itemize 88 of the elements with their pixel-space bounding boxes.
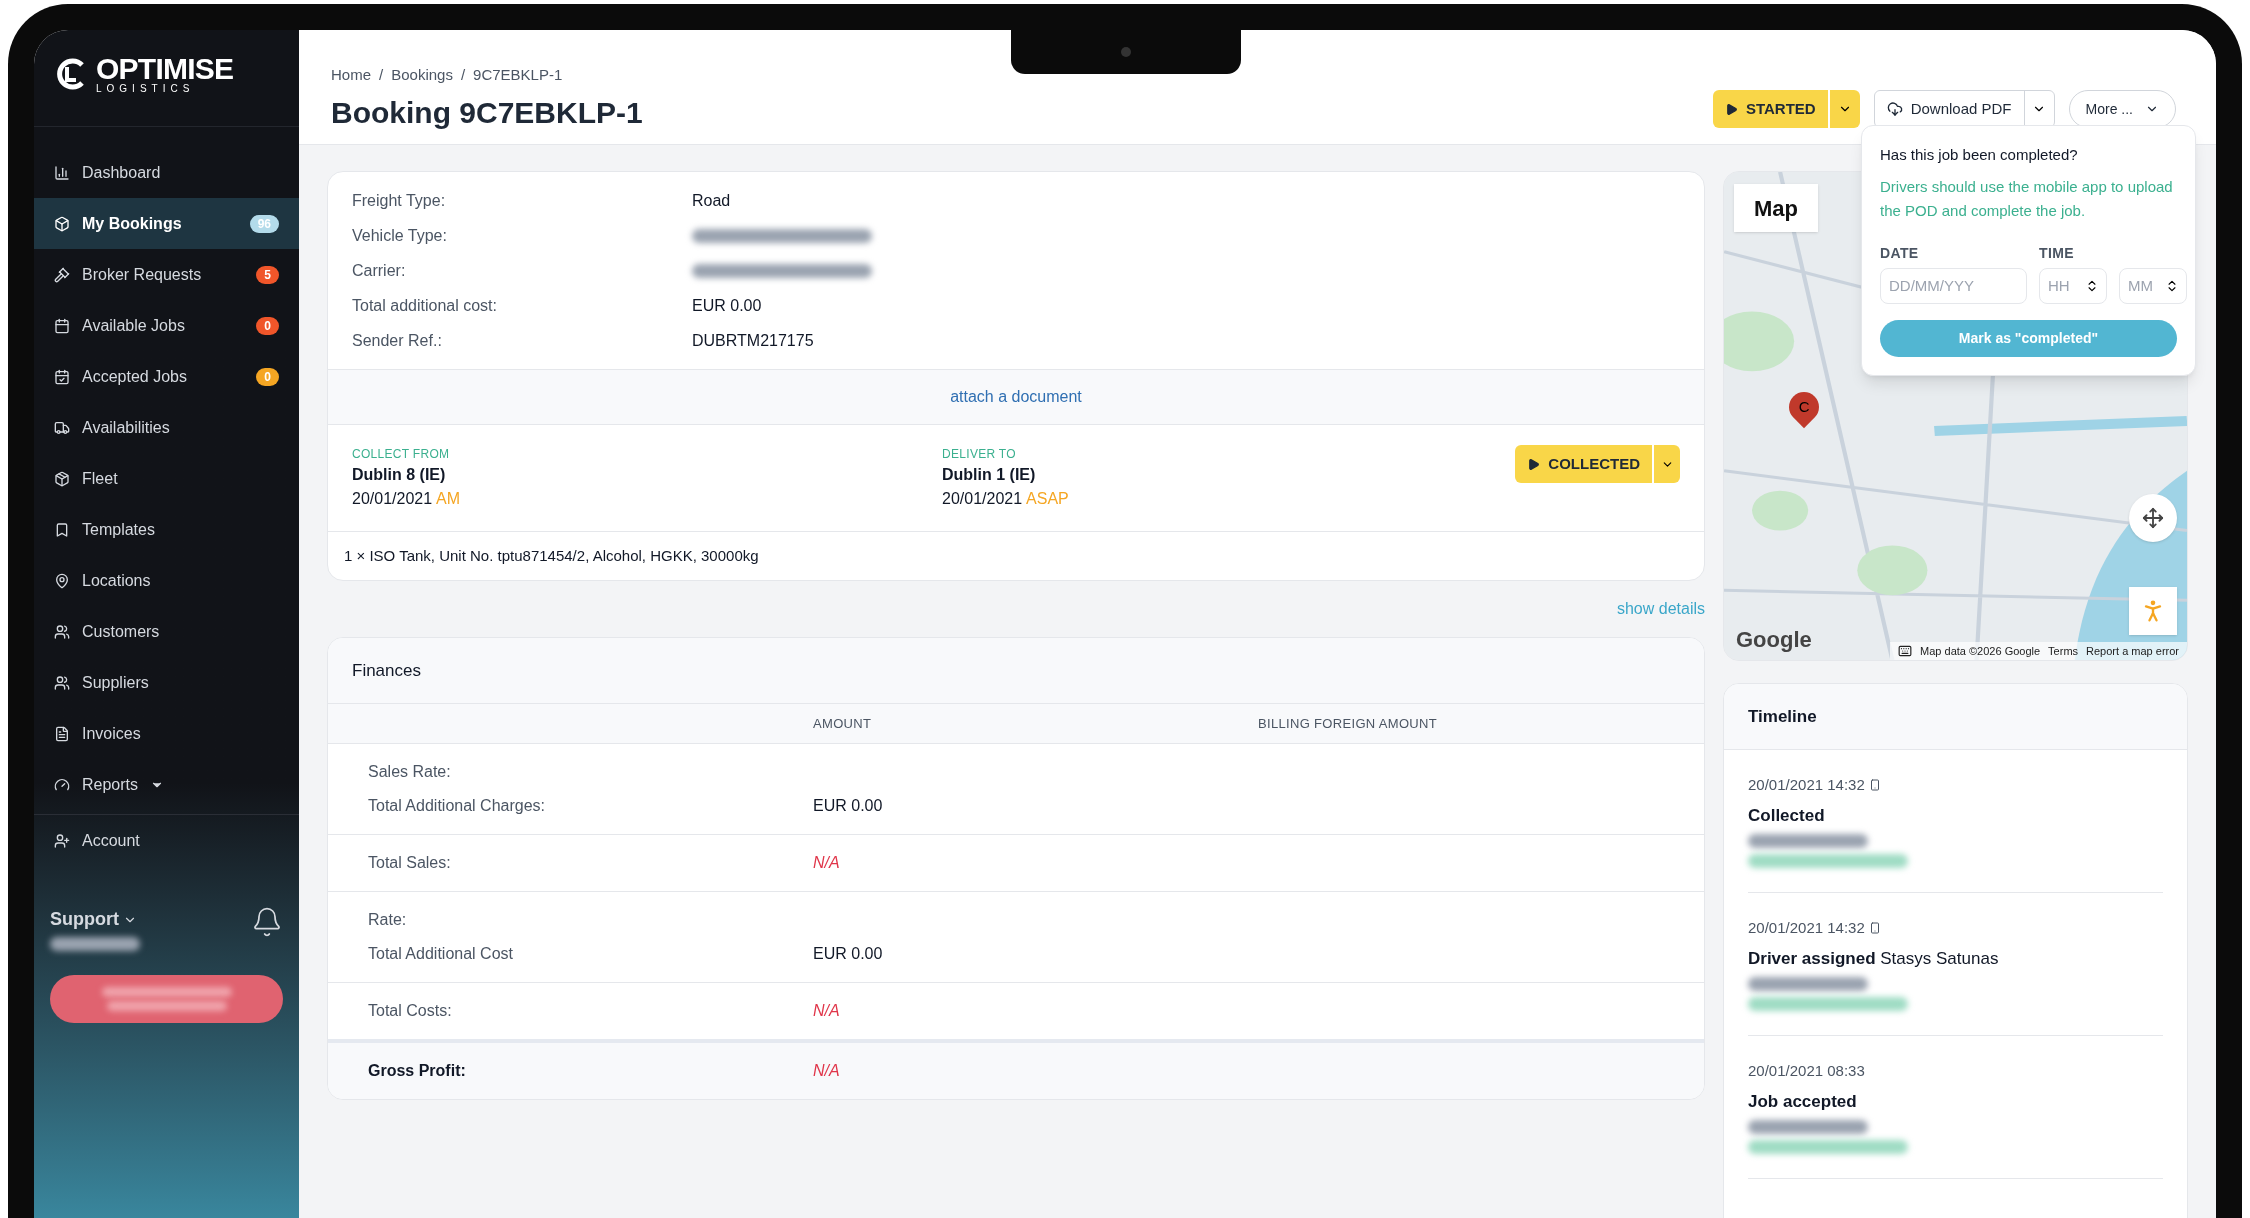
user-menu[interactable]: Support (50, 906, 140, 933)
switch-user-button[interactable] (50, 975, 283, 1023)
cargo-description: 1 × ISO Tank, Unit No. tptu871454/2, Alcohol, HGKK, 30000kg (344, 547, 759, 564)
date-field[interactable]: DD/MM/YYY (1880, 267, 2027, 304)
keyboard-icon[interactable] (1898, 644, 1913, 658)
event-title: Driver assigned Stasys Satunas (1748, 947, 2000, 970)
map-type-tab[interactable]: Map (1734, 184, 1818, 232)
stop-place: Dublin 8 (IE) (352, 465, 447, 485)
field-label: Vehicle Type: (352, 225, 448, 246)
stop-place: Dublin 1 (IE) (942, 465, 1037, 485)
event-time: 20/01/2021 14:32 (1748, 918, 1865, 938)
finance-label: Rate: (368, 910, 408, 930)
stop-heading: DELIVER TO (942, 446, 1017, 463)
sidebar-item[interactable]: Fleet (34, 453, 299, 504)
finance-label: Sales Rate: (368, 762, 452, 782)
stop-date: 20/01/2021 (942, 489, 1023, 509)
event-time: 20/01/2021 08:33 (1748, 1061, 1865, 1081)
play-icon (1527, 457, 1541, 471)
card-title: Timeline (1748, 705, 1817, 728)
field-value: Road (692, 190, 731, 211)
finance-label: Total Additional Cost (368, 944, 514, 964)
amount-value: EUR 0.00 (813, 796, 883, 816)
sidebar-item[interactable]: Dashboard (34, 147, 299, 198)
sidebar-item[interactable]: Account (34, 815, 299, 866)
sidebar-item[interactable]: Available Jobs 0 (34, 300, 299, 351)
map-attribution: Map data ©2026 Google (1920, 644, 2041, 659)
field-value: DUBRTM217175 (692, 330, 814, 351)
attach-document-link[interactable]: attach a document (950, 385, 1082, 409)
sidebar-item[interactable]: Customers (34, 606, 299, 657)
logo-name: OPTIMISE (96, 54, 234, 84)
field-label: Sender Ref.: (352, 330, 443, 351)
amount-value: N/A (813, 1061, 840, 1081)
event-title: Collected (1748, 804, 1826, 827)
sidebar-item[interactable]: Invoices (34, 708, 299, 759)
count-badge: 0 (256, 316, 279, 335)
amount-value: N/A (813, 853, 840, 873)
page-title: Booking 9C7EBKLP-1 (331, 98, 643, 128)
minute-field[interactable]: MM (2119, 267, 2187, 304)
map-provider-logo: Google (1736, 626, 1812, 654)
event-time: 20/01/2021 14:32 (1748, 775, 1865, 795)
sidebar-item[interactable]: Reports (34, 759, 299, 810)
stop-time-slot: ASAP (1026, 487, 1069, 511)
amount-value: EUR 0.00 (813, 944, 883, 964)
finance-label: Total Costs: (368, 1001, 453, 1021)
column-header: BILLING FOREIGN AMOUNT (1258, 714, 1438, 733)
date-label: DATE (1880, 243, 1920, 263)
finance-label: Gross Profit: (368, 1061, 467, 1081)
breadcrumb-link[interactable]: Home (331, 63, 371, 86)
breadcrumb-link[interactable]: 9C7EBKLP-1 (473, 63, 563, 86)
sidebar-item[interactable]: Availabilities (34, 402, 299, 453)
logo-tagline: LOGISTICS (96, 84, 196, 94)
popover-question: Has this job been completed? (1880, 145, 2079, 165)
field-value: EUR 0.00 (692, 295, 762, 316)
count-badge: 96 (249, 214, 279, 233)
popover-hint: Drivers should use the mobile app to upload the POD and complete the job. (1880, 176, 2174, 221)
cloud-download-icon (1886, 101, 1903, 117)
status-button[interactable]: STARTED (1712, 90, 1828, 128)
stop-time-slot: AM (436, 487, 461, 511)
card-title: Finances (352, 659, 421, 682)
finance-label: Total Additional Charges: (368, 796, 546, 816)
time-label: TIME (2039, 243, 2074, 263)
count-badge: 0 (256, 367, 279, 386)
leg-status-button[interactable]: COLLECTED (1515, 445, 1652, 483)
amount-value: N/A (813, 1001, 840, 1021)
count-badge: 5 (256, 265, 279, 284)
terms-link[interactable]: Terms (2048, 642, 2079, 660)
sidebar-item[interactable]: My Bookings 96 (34, 198, 299, 249)
finance-label: Total Sales: (368, 853, 452, 873)
stop-date: 20/01/2021 (352, 489, 433, 509)
report-map-error-link[interactable]: Report a map error (2086, 642, 2179, 660)
move-icon (2142, 507, 2164, 529)
sidebar-item[interactable]: Templates (34, 504, 299, 555)
breadcrumb-separator: / (379, 64, 384, 85)
sidebar-item[interactable]: Broker Requests 5 (34, 249, 299, 300)
sidebar-item[interactable]: Locations (34, 555, 299, 606)
breadcrumb-separator: / (460, 64, 466, 85)
play-icon (1724, 102, 1738, 116)
hour-field[interactable]: HH (2039, 267, 2107, 304)
stop-heading: COLLECT FROM (352, 446, 451, 463)
column-header: AMOUNT (813, 714, 873, 733)
event-title: Job accepted (1748, 1090, 1858, 1113)
field-label: Freight Type: (352, 190, 447, 211)
breadcrumb-link[interactable]: Bookings (391, 63, 453, 86)
sidebar-item[interactable]: Accepted Jobs 0 (34, 351, 299, 402)
sidebar-item[interactable]: Suppliers (34, 657, 299, 708)
field-label: Total additional cost: (352, 295, 498, 316)
field-label: Carrier: (352, 260, 407, 281)
bell-icon[interactable] (251, 906, 283, 938)
